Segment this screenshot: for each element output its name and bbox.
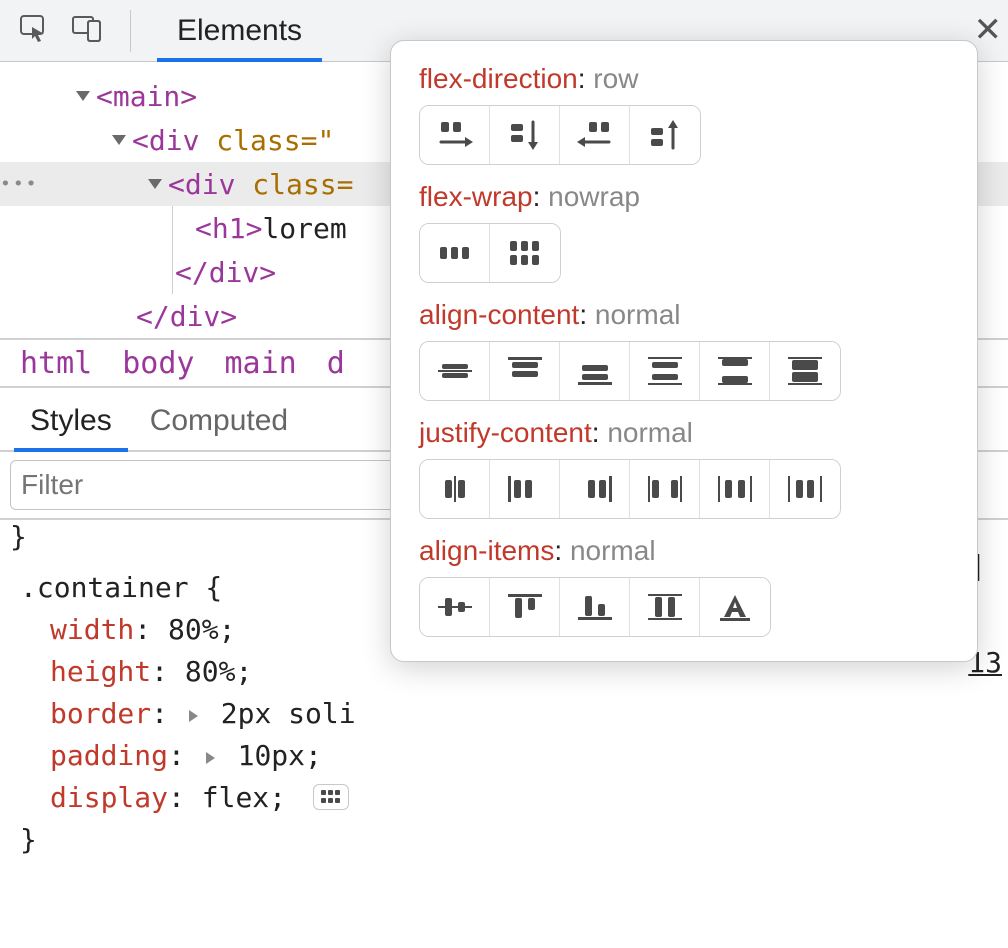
align-content-stretch-icon[interactable] <box>770 342 840 400</box>
align-content-flex-end-icon[interactable] <box>560 342 630 400</box>
crumb-html[interactable]: html <box>20 346 92 381</box>
tag-open: <div <box>132 124 199 157</box>
prop-width[interactable]: width <box>50 613 134 646</box>
prop-name: align-content <box>419 299 579 330</box>
close-icon[interactable]: ✕ <box>974 10 1003 50</box>
expand-shorthand-icon[interactable] <box>189 710 198 722</box>
tag-open: <h1> <box>195 212 262 245</box>
align-items-buttons <box>419 577 771 637</box>
flex-wrap-nowrap-icon[interactable] <box>420 224 490 282</box>
inspect-icon[interactable] <box>18 13 52 48</box>
attr-value: " <box>317 124 334 157</box>
attr-name: class= <box>252 168 353 201</box>
tag-close: </div> <box>175 256 276 289</box>
toolbar-left-icons <box>0 13 104 48</box>
flex-direction-label: flex-direction: row <box>419 63 949 95</box>
prop-value: normal <box>595 299 681 330</box>
align-content-space-around-icon[interactable] <box>630 342 700 400</box>
flex-wrap-wrap-icon[interactable] <box>490 224 560 282</box>
flex-wrap-buttons <box>419 223 561 283</box>
align-items-row: align-items: normal <box>419 535 949 637</box>
justify-content-space-evenly-icon[interactable] <box>770 460 840 518</box>
align-content-row: align-content: normal <box>419 299 949 401</box>
tag-open: <div <box>168 168 235 201</box>
subtab-styles[interactable]: Styles <box>24 390 118 450</box>
align-items-stretch-icon[interactable] <box>630 578 700 636</box>
justify-content-space-between-icon[interactable] <box>630 460 700 518</box>
prop-display[interactable]: display <box>50 781 168 814</box>
align-items-baseline-icon[interactable] <box>700 578 770 636</box>
expand-shorthand-icon[interactable] <box>206 752 215 764</box>
flexbox-editor-popover: flex-direction: row <box>390 40 978 662</box>
justify-content-space-around-icon[interactable] <box>700 460 770 518</box>
tree-indent-line <box>172 250 173 294</box>
flex-direction-column-reverse-icon[interactable] <box>630 106 700 164</box>
tag-open: <main> <box>96 80 197 113</box>
align-items-label: align-items: normal <box>419 535 949 567</box>
disclosure-arrow-icon[interactable] <box>148 179 162 189</box>
flex-editor-icon[interactable] <box>313 784 349 810</box>
prop-height[interactable]: height <box>50 655 151 688</box>
align-content-space-between-icon[interactable] <box>700 342 770 400</box>
val-width[interactable]: 80% <box>168 613 219 646</box>
crumb-div[interactable]: d <box>327 346 345 381</box>
disclosure-arrow-icon[interactable] <box>76 91 90 101</box>
prop-value: nowrap <box>548 181 640 212</box>
prop-name: justify-content <box>419 417 592 448</box>
crumb-main[interactable]: main <box>225 346 297 381</box>
rule-close-brace: } <box>20 823 37 856</box>
align-content-flex-start-icon[interactable] <box>490 342 560 400</box>
tab-elements[interactable]: Elements <box>157 0 322 61</box>
align-content-center-icon[interactable] <box>420 342 490 400</box>
justify-content-buttons <box>419 459 841 519</box>
tag-close: </div> <box>136 300 237 333</box>
prop-value: row <box>593 63 638 94</box>
panel-tabs: Elements <box>157 0 322 61</box>
justify-content-flex-start-icon[interactable] <box>490 460 560 518</box>
justify-content-center-icon[interactable] <box>420 460 490 518</box>
crumb-body[interactable]: body <box>122 346 194 381</box>
flex-direction-row-reverse-icon[interactable] <box>560 106 630 164</box>
flex-wrap-label: flex-wrap: nowrap <box>419 181 949 213</box>
flex-direction-row-icon[interactable] <box>420 106 490 164</box>
align-items-center-icon[interactable] <box>420 578 490 636</box>
toolbar-separator <box>130 10 131 52</box>
flex-wrap-row: flex-wrap: nowrap <box>419 181 949 283</box>
align-content-buttons <box>419 341 841 401</box>
prop-border[interactable]: border <box>50 697 151 730</box>
val-border[interactable]: 2px soli <box>221 697 356 730</box>
tree-indent-line <box>172 206 173 250</box>
text-node: lorem <box>262 212 346 245</box>
justify-content-label: justify-content: normal <box>419 417 949 449</box>
flex-direction-column-icon[interactable] <box>490 106 560 164</box>
val-padding[interactable]: 10px <box>238 739 305 772</box>
rule-selector[interactable]: .container { <box>20 571 222 604</box>
align-content-label: align-content: normal <box>419 299 949 331</box>
attr-name: class= <box>216 124 317 157</box>
disclosure-arrow-icon[interactable] <box>112 135 126 145</box>
prop-name: flex-wrap <box>419 181 533 212</box>
prop-name: flex-direction <box>419 63 578 94</box>
prop-padding[interactable]: padding <box>50 739 168 772</box>
flex-direction-buttons <box>419 105 701 165</box>
flex-direction-row: flex-direction: row <box>419 63 949 165</box>
prop-name: align-items <box>419 535 554 566</box>
prop-value: normal <box>570 535 656 566</box>
align-items-flex-start-icon[interactable] <box>490 578 560 636</box>
justify-content-flex-end-icon[interactable] <box>560 460 630 518</box>
align-items-flex-end-icon[interactable] <box>560 578 630 636</box>
val-height[interactable]: 80% <box>185 655 236 688</box>
prop-value: normal <box>607 417 693 448</box>
val-display[interactable]: flex <box>202 781 269 814</box>
subtab-computed[interactable]: Computed <box>144 390 294 450</box>
device-toggle-icon[interactable] <box>70 13 104 48</box>
justify-content-row: justify-content: normal <box>419 417 949 519</box>
